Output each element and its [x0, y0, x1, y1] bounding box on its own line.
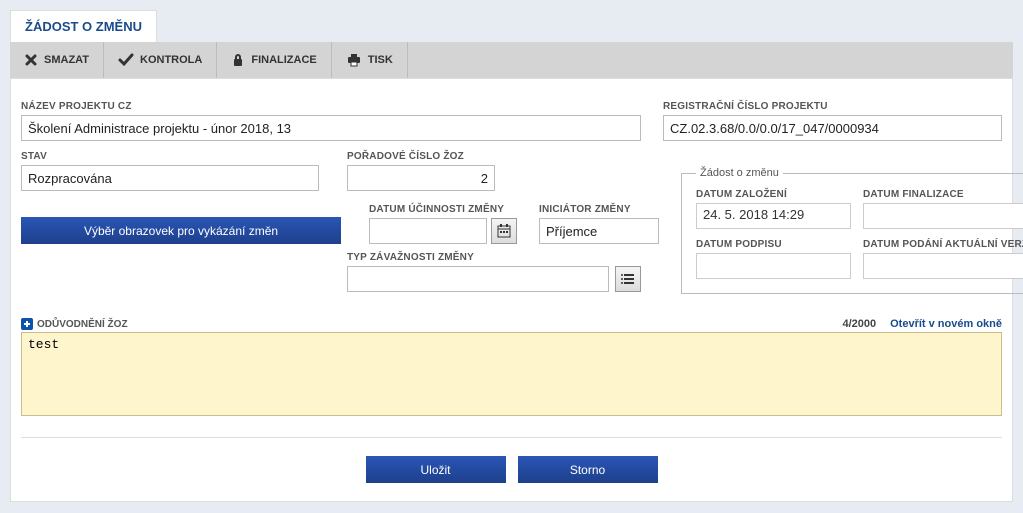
open-in-new-window[interactable]: Otevřít v novém okně [890, 318, 1002, 330]
seq-no-label: POŘADOVÉ ČÍSLO ŽOZ [347, 151, 495, 162]
reg-no-label: REGISTRAČNÍ ČÍSLO PROJEKTU [663, 101, 1002, 112]
project-name-field[interactable] [21, 115, 641, 141]
signed-label: DATUM PODPISU [696, 239, 851, 250]
created-label: DATUM ZALOŽENÍ [696, 189, 851, 200]
reg-no-field[interactable] [663, 115, 1002, 141]
seq-no-field[interactable] [347, 165, 495, 191]
finalized-value [863, 203, 1023, 229]
tab-request-change[interactable]: ŽÁDOST O ZMĚNU [10, 10, 157, 42]
lock-icon [231, 53, 245, 67]
eff-date-field[interactable] [369, 218, 487, 244]
state-field[interactable] [21, 165, 319, 191]
request-meta-legend: Žádost o změnu [696, 167, 783, 179]
save-button[interactable]: Uložit [366, 456, 506, 483]
eff-date-label: DATUM ÚČINNOSTI ZMĚNY [369, 204, 517, 215]
submitted-value [863, 253, 1023, 279]
calendar-icon[interactable] [491, 218, 517, 244]
justification-textarea[interactable] [21, 332, 1002, 416]
delete-button[interactable]: SMAZAT [10, 42, 104, 78]
print-label: TISK [368, 54, 393, 66]
check-icon [118, 53, 134, 67]
project-name-label: NÁZEV PROJEKTU CZ [21, 101, 641, 112]
close-icon [24, 53, 38, 67]
print-icon [346, 53, 362, 67]
char-counter: 4/2000 [842, 318, 876, 330]
severity-label: TYP ZÁVAŽNOSTI ZMĚNY [347, 252, 641, 263]
list-icon[interactable] [615, 266, 641, 292]
finalize-button[interactable]: FINALIZACE [217, 42, 331, 78]
form-content: NÁZEV PROJEKTU CZ REGISTRAČNÍ ČÍSLO PROJ… [10, 78, 1013, 502]
initiator-label: INICIÁTOR ZMĚNY [539, 204, 659, 215]
justification-label: ODŮVODNĚNÍ ŽOZ [21, 318, 128, 330]
print-button[interactable]: TISK [332, 42, 408, 78]
initiator-field[interactable] [539, 218, 659, 244]
delete-label: SMAZAT [44, 54, 89, 66]
signed-value [696, 253, 851, 279]
select-screens-button[interactable]: Výběr obrazovek pro vykázání změn [21, 217, 341, 244]
request-meta-box: Žádost o změnu DATUM ZALOŽENÍ 24. 5. 201… [681, 167, 1023, 294]
cancel-button[interactable]: Storno [518, 456, 658, 483]
toolbar: SMAZAT KONTROLA FINALIZACE TISK [10, 42, 1013, 78]
submitted-label: DATUM PODÁNÍ AKTUÁLNÍ VERZE ŽÁDOSTI [863, 239, 1023, 250]
state-label: STAV [21, 151, 319, 162]
created-value: 24. 5. 2018 14:29 [696, 203, 851, 229]
check-button[interactable]: KONTROLA [104, 42, 217, 78]
finalized-label: DATUM FINALIZACE [863, 189, 1023, 200]
finalize-label: FINALIZACE [251, 54, 316, 66]
required-icon [21, 318, 33, 330]
severity-field[interactable] [347, 266, 609, 292]
check-label: KONTROLA [140, 54, 202, 66]
